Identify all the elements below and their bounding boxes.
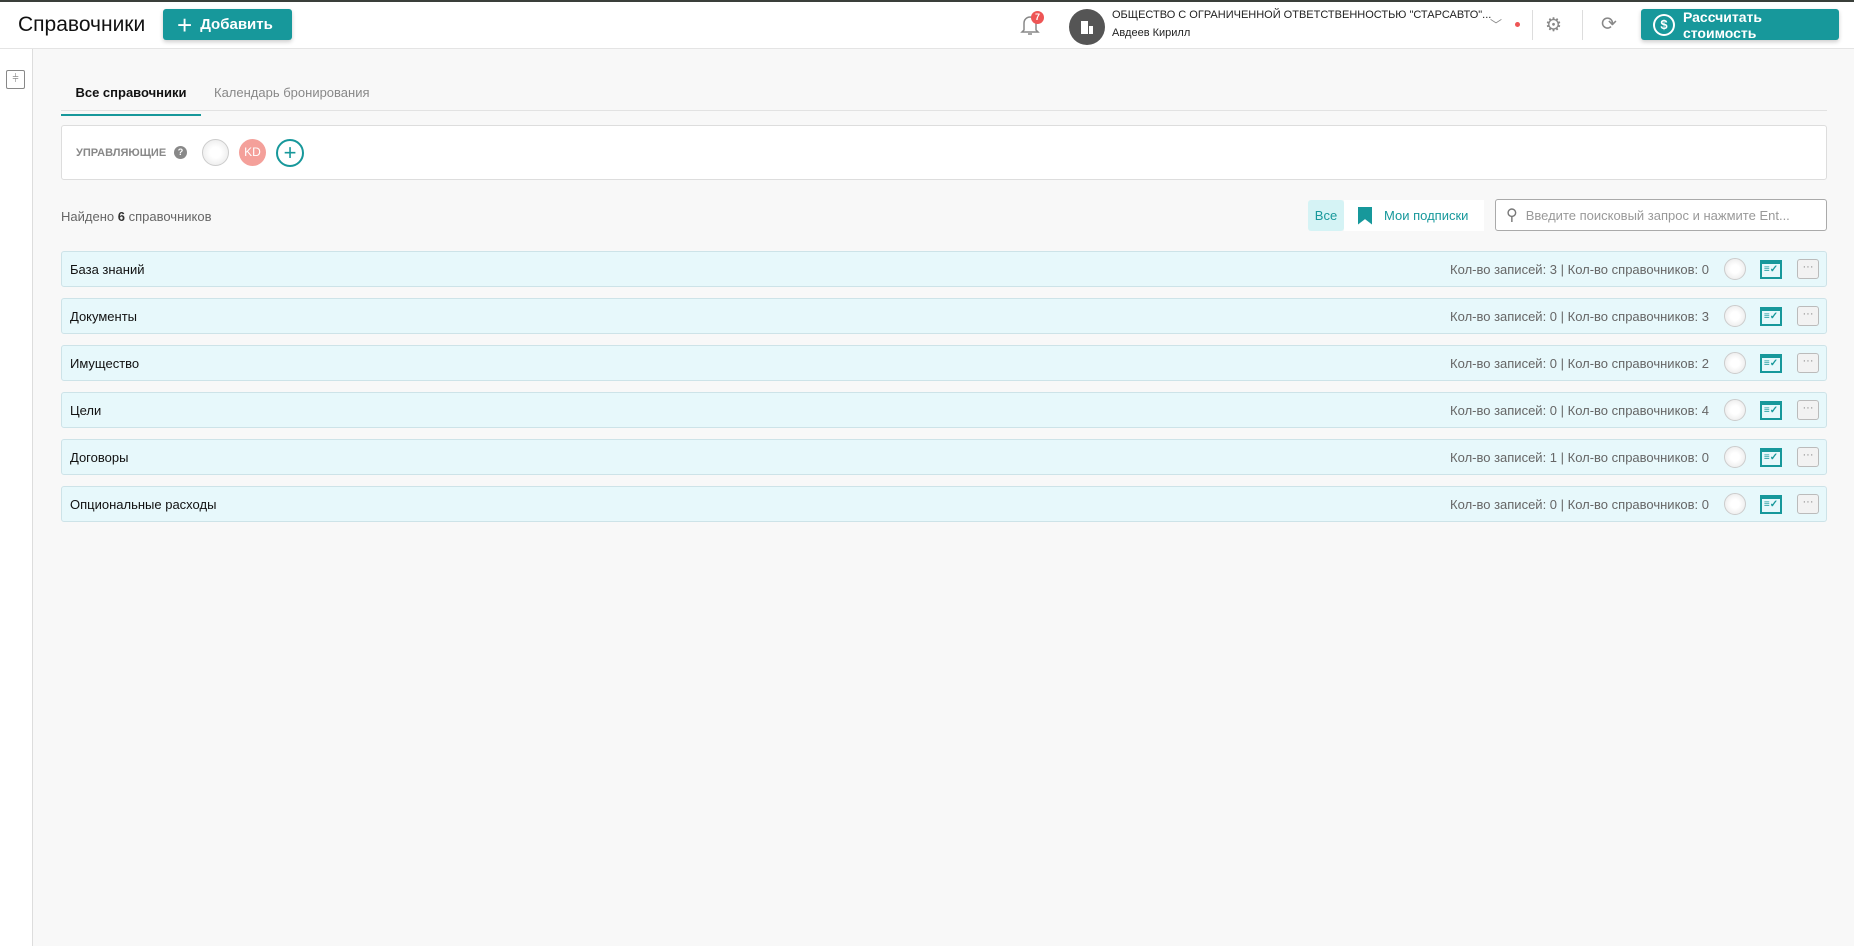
owner-avatar[interactable] — [1724, 399, 1746, 421]
avatar[interactable] — [202, 139, 229, 166]
sidebar — [0, 49, 33, 946]
owner-avatar[interactable] — [1724, 446, 1746, 468]
dollar-icon: $ — [1653, 13, 1675, 36]
filter-sliders-icon[interactable]: ⫩ — [6, 70, 25, 89]
directory-row[interactable]: Опциональные расходы Кол-во записей: 0 |… — [61, 486, 1827, 522]
directory-name[interactable]: Имущество — [70, 356, 139, 371]
found-suffix: справочников — [128, 209, 212, 224]
calendar-check-icon[interactable]: ≡✓ — [1760, 353, 1782, 373]
found-prefix: Найдено — [61, 209, 115, 224]
managers-panel: УПРАВЛЯЮЩИЕ ? KD + — [61, 125, 1827, 180]
more-options-button[interactable]: ··· — [1797, 494, 1819, 514]
directory-name[interactable]: Документы — [70, 309, 137, 324]
more-options-button[interactable]: ··· — [1797, 400, 1819, 420]
owner-avatar[interactable] — [1724, 493, 1746, 515]
calendar-check-icon[interactable]: ≡✓ — [1760, 400, 1782, 420]
add-manager-button[interactable]: + — [276, 139, 304, 167]
plus-icon: + — [177, 9, 193, 40]
subscriptions-label: Мои подписки — [1384, 208, 1469, 223]
divider — [1532, 10, 1533, 40]
help-icon[interactable]: ? — [174, 146, 187, 159]
directory-name[interactable]: База знаний — [70, 262, 145, 277]
bookmark-icon — [1358, 206, 1372, 225]
owner-avatar[interactable] — [1724, 258, 1746, 280]
owner-avatar[interactable] — [1724, 305, 1746, 327]
directory-name[interactable]: Договоры — [70, 450, 128, 465]
directory-stats: Кол-во записей: 0 | Кол-во справочников:… — [1450, 355, 1709, 371]
managers-label: УПРАВЛЯЮЩИЕ — [76, 147, 167, 159]
more-options-button[interactable]: ··· — [1797, 306, 1819, 326]
logout-icon[interactable]: ⟳ — [1601, 13, 1617, 36]
directory-name[interactable]: Опциональные расходы — [70, 497, 216, 512]
directory-row[interactable]: Документы Кол-во записей: 0 | Кол-во спр… — [61, 298, 1827, 334]
found-number: 6 — [117, 209, 125, 224]
directory-stats: Кол-во записей: 3 | Кол-во справочников:… — [1450, 261, 1709, 277]
search-input[interactable] — [1525, 207, 1806, 223]
directory-stats: Кол-во записей: 0 | Кол-во справочников:… — [1450, 308, 1709, 324]
tabs: Все справочники Календарь бронирования — [61, 80, 1827, 116]
top-header: Справочники + Добавить 7 ОБЩЕСТВО С ОГРАН… — [0, 2, 1854, 49]
directory-row[interactable]: База знаний Кол-во записей: 3 | Кол-во с… — [61, 251, 1827, 287]
status-dot — [1515, 22, 1520, 27]
page-title: Справочники — [18, 13, 146, 36]
calc-label: Рассчитать стоимость — [1682, 8, 1762, 41]
more-options-button[interactable]: ··· — [1797, 353, 1819, 373]
company-avatar[interactable] — [1069, 9, 1105, 45]
more-options-button[interactable]: ··· — [1797, 259, 1819, 279]
my-subscriptions-button[interactable]: Мои подписки — [1344, 200, 1484, 231]
calendar-check-icon[interactable]: ≡✓ — [1760, 447, 1782, 467]
directory-row[interactable]: Имущество Кол-во записей: 0 | Кол-во спр… — [61, 345, 1827, 381]
directory-row[interactable]: Цели Кол-во записей: 0 | Кол-во справочн… — [61, 392, 1827, 428]
calendar-check-icon[interactable]: ≡✓ — [1760, 494, 1782, 514]
chevron-down-icon[interactable]: ﹀ — [1490, 16, 1502, 33]
add-label: Добавить — [200, 16, 273, 33]
tab-all-directories[interactable]: Все справочники — [61, 85, 201, 116]
found-count: Найдено 6 справочников — [61, 209, 211, 224]
calendar-check-icon[interactable]: ≡✓ — [1760, 306, 1782, 326]
gear-icon[interactable]: ⚙ — [1545, 14, 1562, 37]
more-options-button[interactable]: ··· — [1797, 447, 1819, 467]
filter-all-button[interactable]: Все — [1308, 200, 1344, 231]
calculate-cost-button[interactable]: $ Рассчитать стоимость — [1641, 8, 1839, 41]
user-name[interactable]: Авдеев Кирилл — [1112, 27, 1190, 39]
calendar-check-icon[interactable]: ≡✓ — [1760, 259, 1782, 279]
tab-booking-calendar[interactable]: Календарь бронирования — [214, 85, 370, 108]
directory-stats: Кол-во записей: 0 | Кол-во справочников:… — [1450, 402, 1709, 418]
directory-stats: Кол-во записей: 0 | Кол-во справочников:… — [1450, 496, 1709, 512]
search-field[interactable]: ⚲ — [1495, 199, 1827, 231]
notification-badge: 7 — [1031, 11, 1044, 24]
divider — [1582, 10, 1583, 40]
directory-row[interactable]: Договоры Кол-во записей: 1 | Кол-во спра… — [61, 439, 1827, 475]
search-icon: ⚲ — [1506, 207, 1518, 224]
owner-avatar[interactable] — [1724, 352, 1746, 374]
avatar[interactable]: KD — [239, 139, 266, 166]
add-button[interactable]: + Добавить — [163, 9, 292, 40]
directory-stats: Кол-во записей: 1 | Кол-во справочников:… — [1450, 449, 1709, 465]
company-name[interactable]: ОБЩЕСТВО С ОГРАНИЧЕННОЙ ОТВЕТСТВЕННОСТЬЮ… — [1112, 9, 1491, 21]
building-icon — [1081, 21, 1093, 34]
directory-name[interactable]: Цели — [70, 403, 101, 418]
